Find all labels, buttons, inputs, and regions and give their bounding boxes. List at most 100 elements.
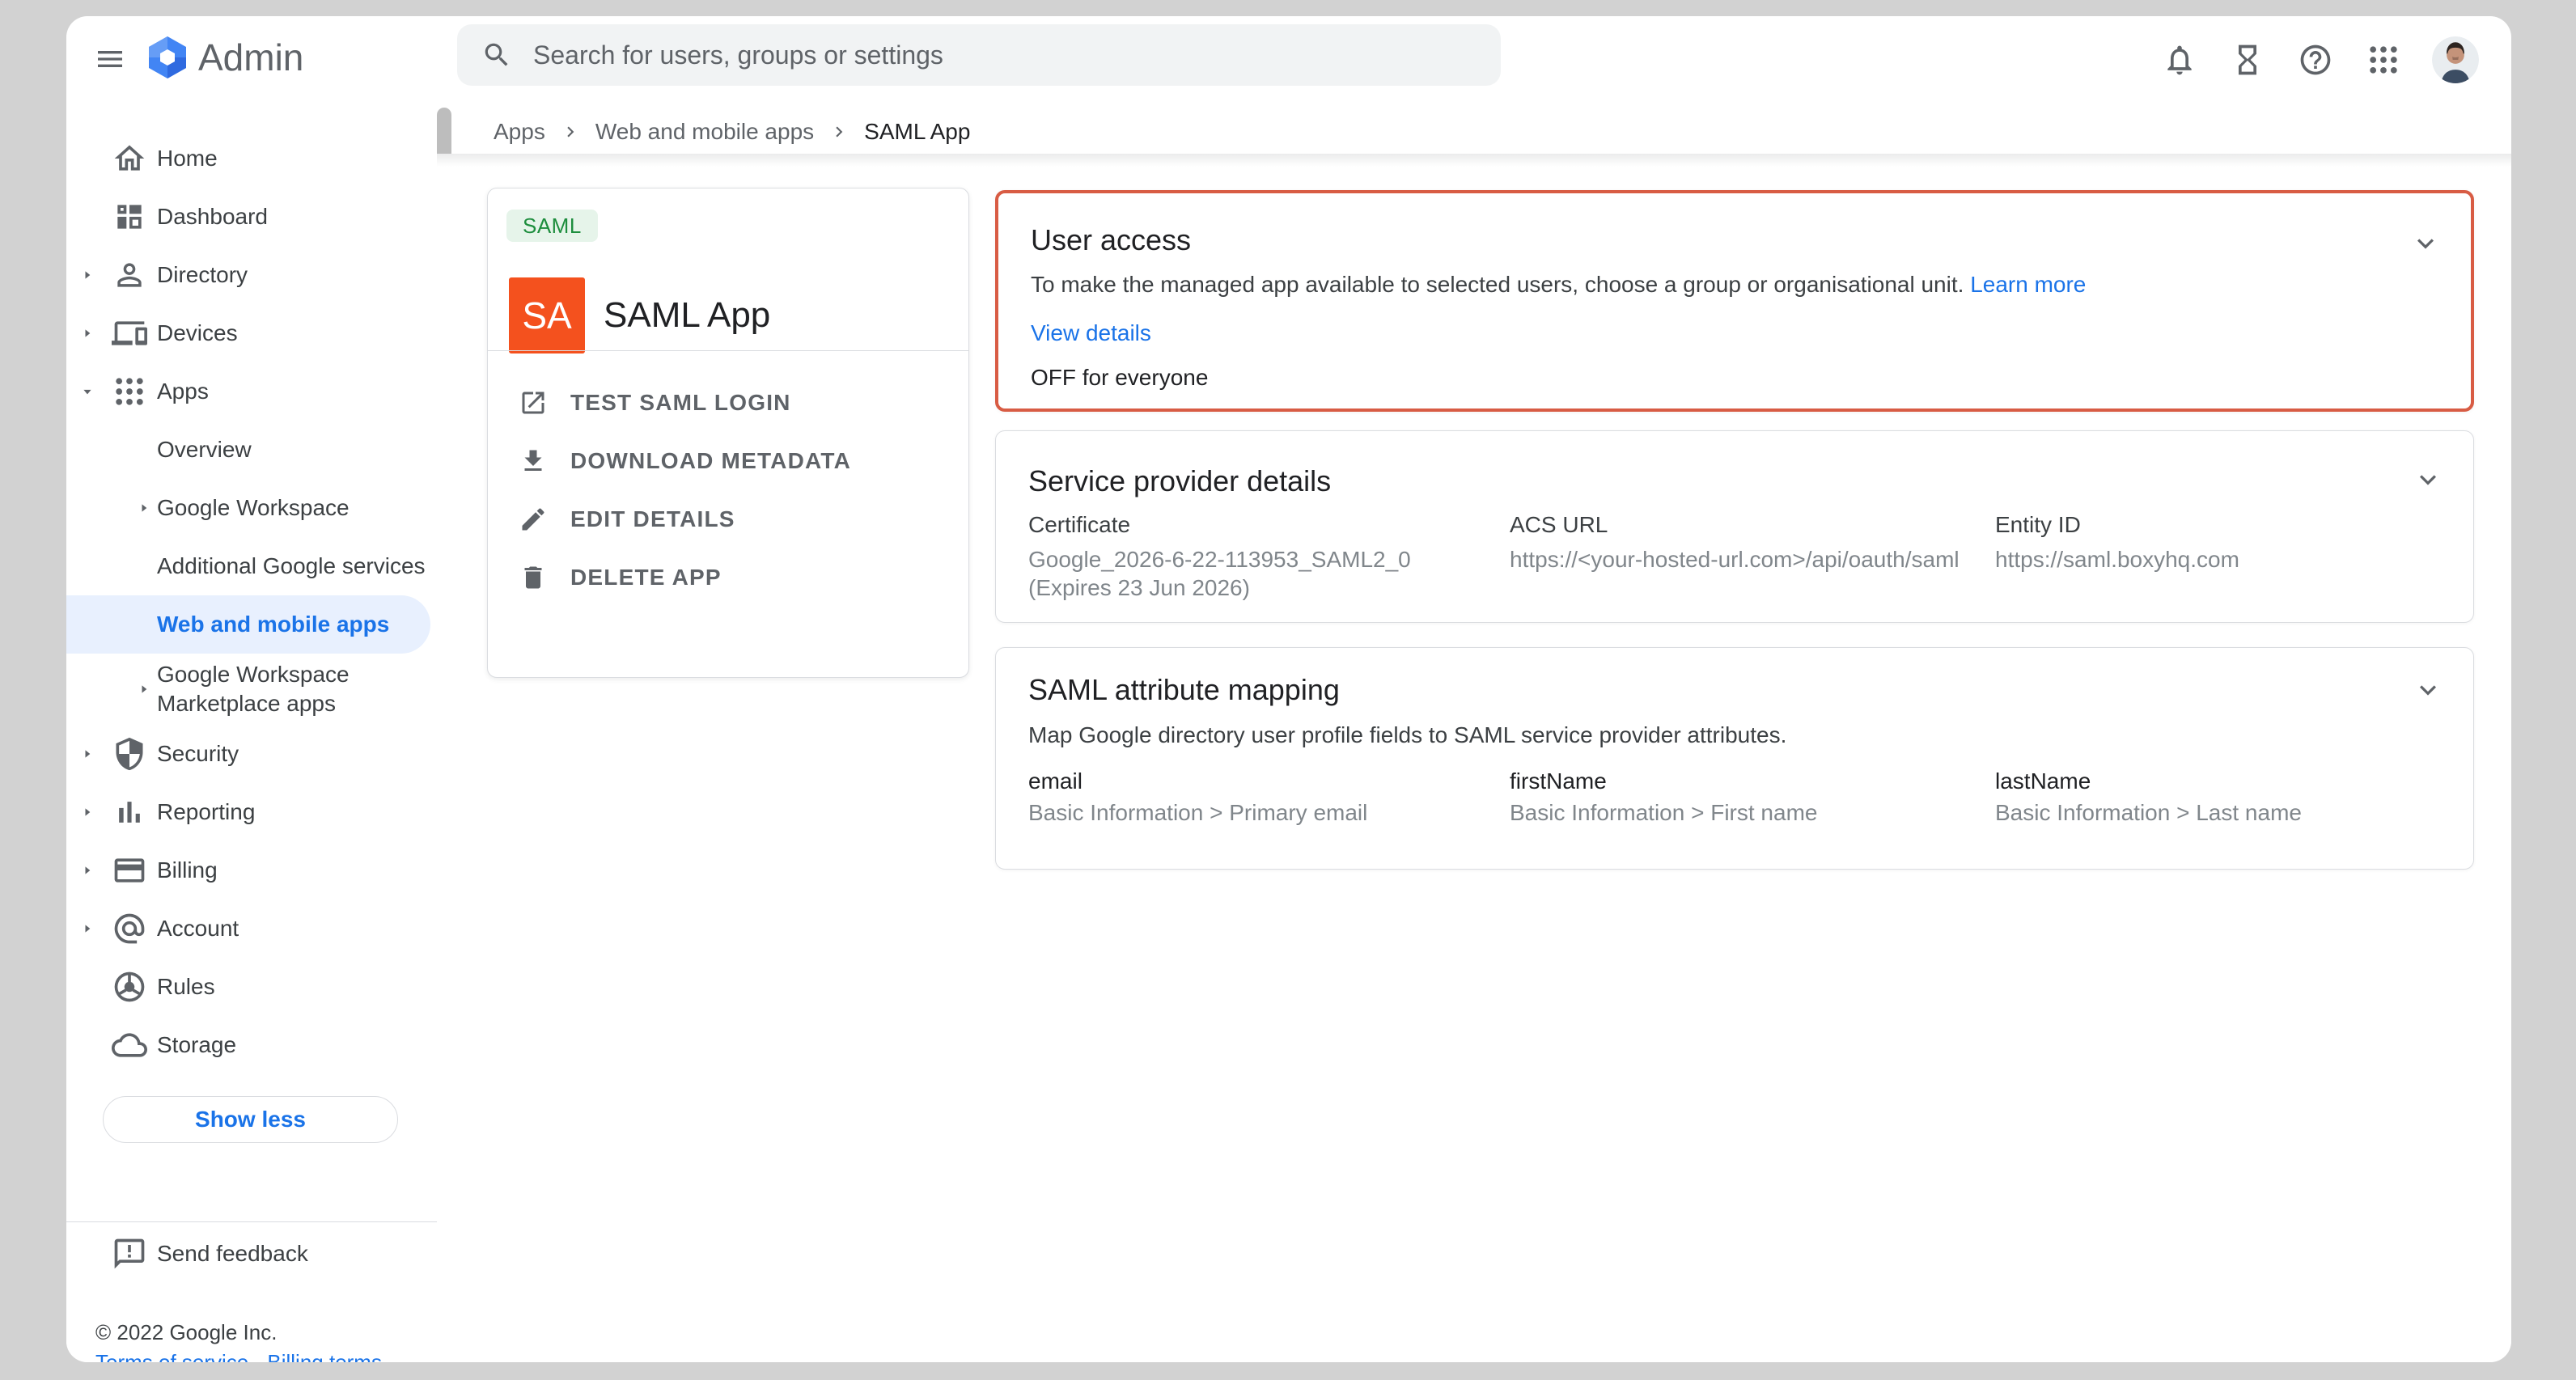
search-input[interactable] — [533, 40, 1477, 70]
hamburger-menu-icon — [94, 43, 126, 75]
expand-arrow-right-icon — [79, 862, 95, 878]
sidebar-item-label: Reporting — [157, 799, 255, 825]
edit-details-button[interactable]: EDIT DETAILS — [488, 490, 968, 548]
sidebar-item-account[interactable]: Account — [66, 900, 437, 958]
expand-arrow-right-icon — [79, 325, 95, 341]
attribute-mapping-description: Map Google directory user profile fields… — [1028, 722, 2441, 749]
sidebar-item-home[interactable]: Home — [66, 129, 437, 188]
expand-user-access-icon[interactable] — [2409, 227, 2442, 260]
rules-icon — [112, 969, 147, 1005]
attribute-mapping-fields: email Basic Information > Primary email fi… — [1028, 768, 2441, 827]
mapping-lastname: lastNameBasic Information > Last name — [1995, 768, 2441, 827]
sidebar-item-label: Additional Google services — [157, 553, 426, 579]
service-provider-fields: CertificateGoogle_2026-6-22-113953_SAML2… — [1028, 511, 2441, 602]
send-feedback-button[interactable]: Send feedback — [66, 1225, 437, 1283]
sidebar-item-apps[interactable]: Apps — [66, 362, 437, 421]
topbar-actions — [2160, 36, 2479, 84]
breadcrumb-link-web-and-mobile-apps[interactable]: Web and mobile apps — [595, 119, 814, 145]
test-saml-login-button[interactable]: TEST SAML LOGIN — [488, 374, 968, 432]
attribute-name: lastName — [1995, 768, 2441, 795]
user-access-description: To make the managed app available to sel… — [1031, 271, 2438, 298]
sidebar-item-security[interactable]: Security — [66, 725, 437, 783]
sidebar-item-directory[interactable]: Directory — [66, 246, 437, 304]
expand-arrow-right-icon — [136, 500, 152, 516]
avatar-photo — [2432, 36, 2479, 83]
view-details-link[interactable]: View details — [1031, 320, 2438, 347]
google-apps-button[interactable] — [2364, 40, 2403, 79]
app-summary-card: SAML SA SAML App TEST SAML LOGINDOWNLOAD… — [487, 188, 969, 678]
search-icon — [481, 40, 512, 70]
user-access-title: User access — [1031, 222, 2438, 258]
delete-app-button[interactable]: DELETE APP — [488, 548, 968, 607]
billing-terms-link[interactable]: Billing terms — [267, 1350, 382, 1362]
sidebar-item-label: Google Workspace — [157, 495, 350, 521]
menu-button[interactable] — [91, 40, 129, 78]
sidebar-item-google-workspace[interactable]: Google Workspace — [66, 479, 437, 537]
expand-service-provider-icon[interactable] — [2412, 464, 2444, 496]
sidebar-item-dashboard[interactable]: Dashboard — [66, 188, 437, 246]
action-label: DELETE APP — [570, 565, 722, 591]
sidebar-item-label: Directory — [157, 262, 248, 288]
attribute-mapping-card: SAML attribute mapping Map Google direct… — [995, 647, 2474, 870]
sidebar-item-rules[interactable]: Rules — [66, 958, 437, 1016]
app-title: SAML App — [604, 277, 770, 353]
field-value: https://<your-hosted-url.com>/api/oauth/… — [1510, 545, 1963, 574]
mapping-firstname: firstNameBasic Information > First name — [1510, 768, 1995, 827]
sidebar-item-billing[interactable]: Billing — [66, 841, 437, 900]
brand-title: Admin — [198, 36, 303, 79]
field-label: ACS URL — [1510, 511, 1995, 539]
feedback-icon — [112, 1236, 147, 1272]
mapping-email: email Basic Information > Primary email — [1028, 768, 1510, 827]
field-value: https://saml.boxyhq.com — [1995, 545, 2441, 574]
service-provider-card: Service provider details CertificateGoog… — [995, 430, 2474, 623]
field-value: Google_2026-6-22-113953_SAML2_0 (Expires… — [1028, 545, 1481, 602]
sidebar-item-label: Security — [157, 741, 239, 767]
sidebar-item-storage[interactable]: Storage — [66, 1016, 437, 1074]
expand-arrow-right-icon — [136, 681, 152, 697]
shield-icon — [112, 736, 147, 772]
field-entity-id: Entity IDhttps://saml.boxyhq.com — [1995, 511, 2441, 602]
attribute-name: email — [1028, 768, 1510, 795]
attribute-name: firstName — [1510, 768, 1995, 795]
home-icon — [112, 141, 147, 176]
breadcrumb-link-apps[interactable]: Apps — [494, 119, 545, 145]
expand-attribute-mapping-icon[interactable] — [2412, 674, 2444, 706]
sidebar-item-additional-google-services[interactable]: Additional Google services — [66, 537, 437, 595]
dashboard-icon — [112, 199, 147, 235]
download-icon — [519, 447, 548, 476]
user-access-status: OFF for everyone — [1031, 364, 2438, 392]
help-button[interactable] — [2296, 40, 2335, 79]
sidebar-item-google-workspace-marketplace-apps[interactable]: Google Workspace Marketplace apps — [66, 654, 437, 725]
field-certificate: CertificateGoogle_2026-6-22-113953_SAML2… — [1028, 511, 1510, 602]
app-card-divider — [488, 350, 968, 351]
sidebar-item-label: Rules — [157, 974, 215, 1000]
chevron-right-icon — [560, 121, 581, 142]
apps-icon — [112, 374, 147, 409]
sidebar-item-devices[interactable]: Devices — [66, 304, 437, 362]
notifications-button[interactable] — [2160, 40, 2199, 79]
sidebar-item-label: Account — [157, 916, 239, 942]
attribute-mapped-to: Basic Information > Primary email — [1028, 798, 1481, 827]
terms-of-service-link[interactable]: Terms of service — [95, 1350, 248, 1362]
help-icon — [2298, 42, 2333, 78]
admin-console-window: Admin Apps Web and mobile apps SAML App Ho… — [66, 16, 2511, 1362]
sidebar-item-label: Dashboard — [157, 204, 268, 230]
bell-icon — [2162, 42, 2197, 78]
download-metadata-button[interactable]: DOWNLOAD METADATA — [488, 432, 968, 490]
sidebar-item-label: Web and mobile apps — [157, 612, 389, 637]
sidebar-item-reporting[interactable]: Reporting — [66, 783, 437, 841]
show-less-button[interactable]: Show less — [103, 1096, 398, 1143]
tasks-button[interactable] — [2228, 40, 2267, 79]
learn-more-link[interactable]: Learn more — [1970, 272, 2086, 297]
sidebar-item-overview[interactable]: Overview — [66, 421, 437, 479]
open-new-icon — [519, 388, 548, 417]
user-access-card: User access To make the managed app avai… — [995, 190, 2474, 412]
chart-icon — [112, 794, 147, 830]
storage-icon — [112, 1027, 147, 1063]
apps-grid-icon — [2366, 42, 2401, 78]
trash-icon — [519, 563, 548, 592]
search-bar[interactable] — [457, 24, 1501, 86]
service-provider-title: Service provider details — [1028, 464, 2441, 499]
account-avatar[interactable] — [2432, 36, 2479, 83]
sidebar-item-web-and-mobile-apps[interactable]: Web and mobile apps — [66, 595, 430, 654]
